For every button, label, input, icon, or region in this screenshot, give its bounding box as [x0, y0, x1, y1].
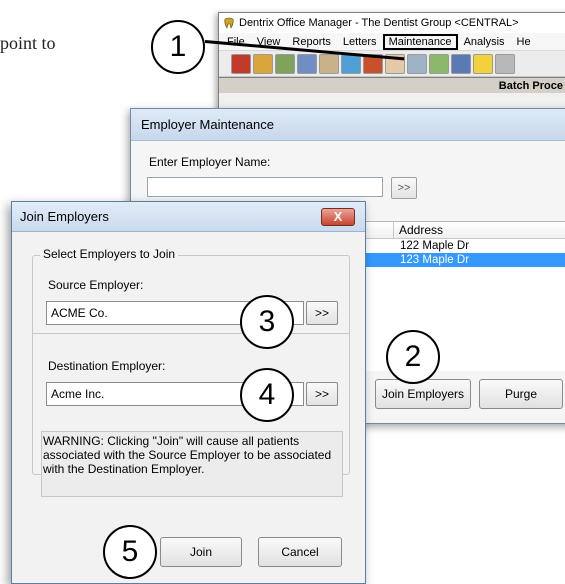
- callout-1: 1: [151, 20, 205, 74]
- toolbar-edit-icon[interactable]: [341, 53, 361, 74]
- join-employers-dialog: Join Employers X Select Employers to Joi…: [11, 201, 366, 584]
- source-employer-label: Source Employer:: [48, 278, 144, 292]
- dentrix-tooth-icon: [224, 17, 234, 29]
- toolbar-chart-icon[interactable]: [275, 53, 295, 74]
- menu-reports[interactable]: Reports: [286, 36, 337, 48]
- toolbar-monitor-icon[interactable]: [407, 53, 427, 74]
- menu-help[interactable]: He: [511, 36, 537, 48]
- employer-name-input[interactable]: [147, 177, 383, 197]
- office-manager-toolbar: [219, 51, 565, 77]
- document-text-fragment: point to: [0, 33, 56, 53]
- callout-5: 5: [103, 525, 157, 579]
- join-employers-titlebar: Join Employers X: [12, 202, 365, 232]
- toolbar-schedule-icon[interactable]: [451, 53, 471, 74]
- enter-employer-name-label: Enter Employer Name:: [149, 155, 271, 169]
- address-column-header[interactable]: Address: [399, 223, 443, 237]
- toolbar-check-icon[interactable]: [429, 53, 449, 74]
- toolbar-family-file-icon[interactable]: [231, 53, 251, 74]
- group-divider: [32, 333, 350, 334]
- join-button[interactable]: Join: [160, 537, 242, 567]
- employer-maintenance-title: Employer Maintenance: [131, 109, 565, 141]
- callout-4: 4: [240, 368, 294, 422]
- select-employers-group-label: Select Employers to Join: [40, 247, 179, 261]
- toolbar-pencil-icon[interactable]: [319, 53, 339, 74]
- source-employer-pick-button[interactable]: >>: [306, 301, 338, 325]
- office-manager-title: Dentrix Office Manager - The Dentist Gro…: [239, 17, 519, 29]
- toolbar-ledger-icon[interactable]: [253, 53, 273, 74]
- toolbar-info-icon[interactable]: [495, 53, 515, 74]
- menu-letters[interactable]: Letters: [337, 36, 383, 48]
- purge-button[interactable]: Purge: [479, 379, 563, 409]
- office-manager-titlebar: Dentrix Office Manager - The Dentist Gro…: [219, 13, 565, 33]
- close-icon[interactable]: X: [321, 208, 355, 226]
- toolbar-treatment-icon[interactable]: [297, 53, 317, 74]
- employer-row[interactable]: 122 Maple Dr: [365, 239, 565, 253]
- menu-maintenance[interactable]: Maintenance: [382, 33, 458, 50]
- menu-analysis[interactable]: Analysis: [458, 36, 511, 48]
- destination-employer-label: Destination Employer:: [48, 359, 166, 373]
- callout-3: 3: [240, 295, 294, 349]
- toolbar-lightning-icon[interactable]: [473, 53, 493, 74]
- join-warning-text: WARNING: Clicking "Join" will cause all …: [41, 431, 343, 497]
- join-employers-button[interactable]: Join Employers: [375, 379, 471, 409]
- employer-search-button[interactable]: >>: [391, 177, 417, 199]
- join-employers-title: Join Employers: [20, 209, 109, 224]
- callout-2: 2: [386, 330, 440, 384]
- destination-employer-pick-button[interactable]: >>: [306, 382, 338, 406]
- cancel-button[interactable]: Cancel: [258, 537, 342, 567]
- column-divider[interactable]: [393, 222, 394, 239]
- employer-row-selected[interactable]: 123 Maple Dr: [365, 253, 565, 267]
- employer-list-header: Address: [365, 222, 565, 239]
- batch-processor-header: Batch Proce: [219, 77, 565, 93]
